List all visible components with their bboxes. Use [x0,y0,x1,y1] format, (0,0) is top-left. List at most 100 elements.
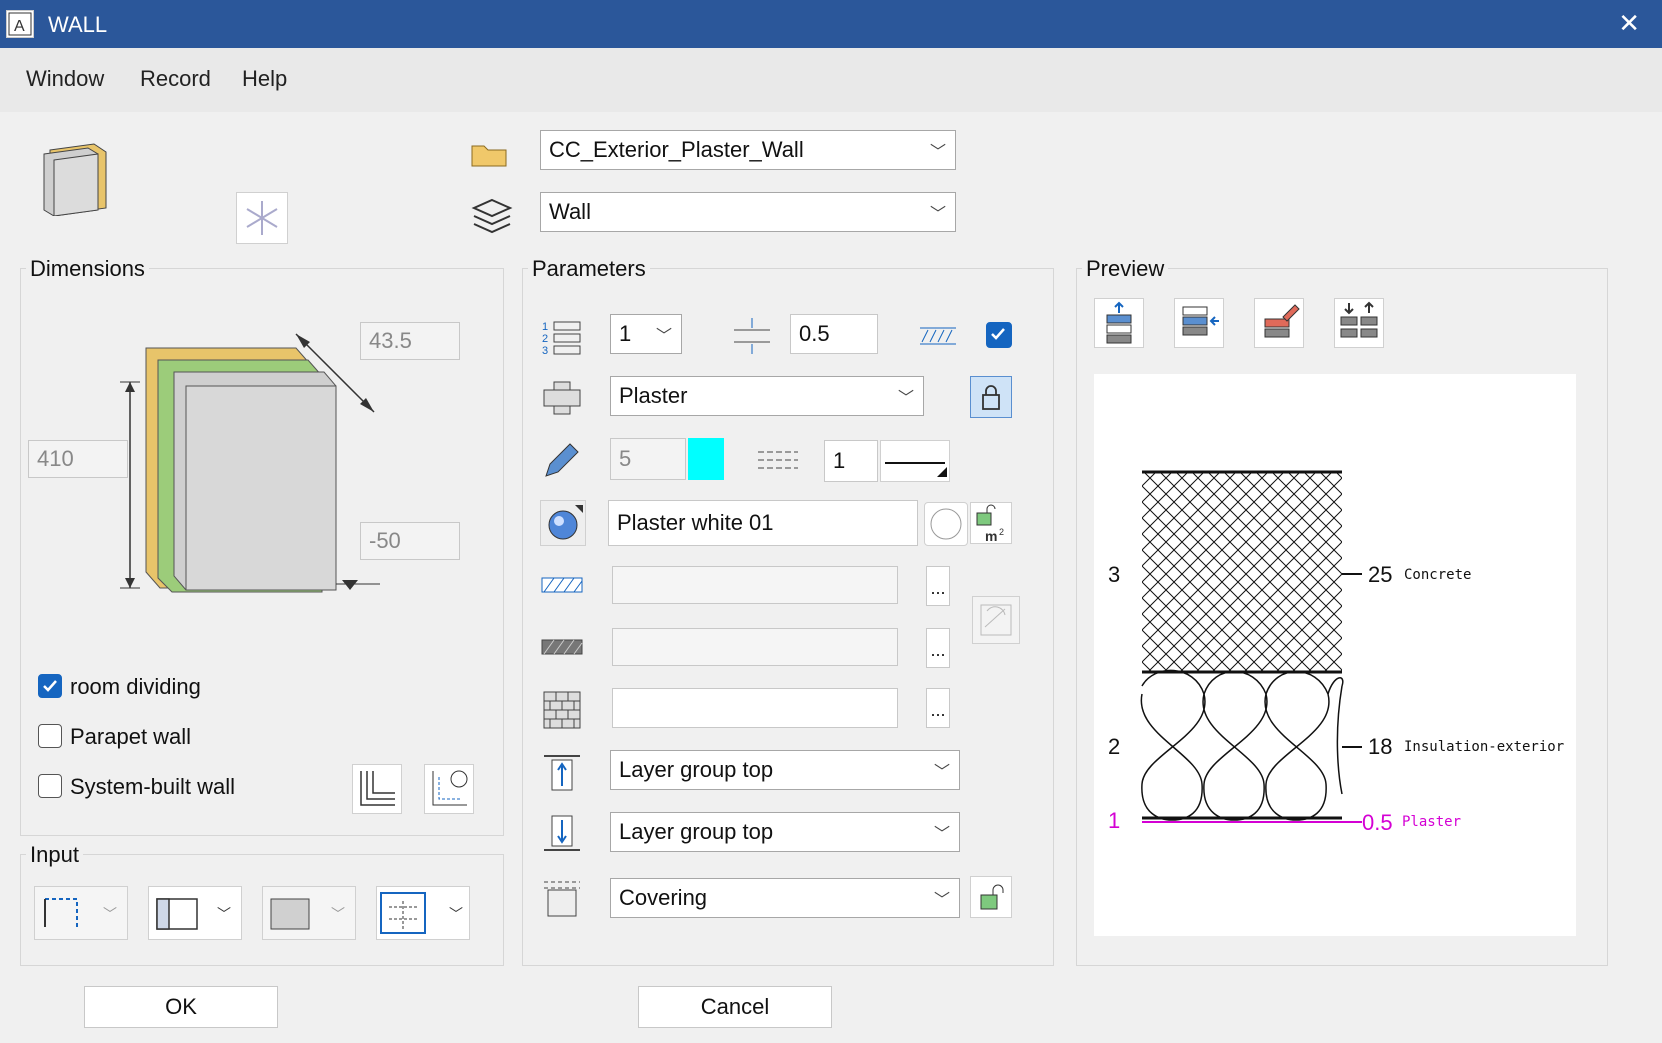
layer-erase-icon [1264,304,1300,338]
parameters-label: Parameters [528,256,650,282]
svg-text:A: A [14,18,25,35]
layer-section-drawing [1140,470,1362,823]
element-type-combo[interactable]: Wall ﹀ [540,192,956,232]
wall-settings-button[interactable] [424,764,474,814]
top-reference-combo[interactable]: Layer group top ﹀ [610,750,960,790]
menu-bar: Window Record Help [0,48,1662,112]
chevron-down-icon: ﹀ [897,390,914,407]
pen-icon [540,440,584,485]
input-shape-selector[interactable]: ﹀ [262,886,356,940]
thickness-input[interactable]: 43.5 [360,322,460,360]
fill-input[interactable] [612,688,898,728]
material-icon [540,378,584,423]
surface-button[interactable] [540,500,586,546]
layers-icon [470,196,514,241]
chevron-down-icon: ﹀ [933,892,950,909]
hatch-input[interactable] [612,566,898,604]
layer-add-top-icon [1106,301,1132,344]
system-built-wall-checkbox[interactable] [38,774,62,798]
bottom-reference-combo[interactable]: Layer group top ﹀ [610,812,960,852]
layer-1-material: Plaster [1402,814,1462,830]
layer-thickness-input[interactable]: 0.5 [790,314,878,354]
layer-1-thickness: 0.5 [1362,810,1393,835]
height-input[interactable]: 410 [28,440,128,478]
grid-settings-icon [432,770,468,806]
parapet-wall-checkbox[interactable] [38,724,62,748]
wall-axis-button[interactable] [352,764,402,814]
layer-add-side-icon [1182,306,1219,336]
insert-layer-side-button[interactable] [1174,298,1224,348]
hatch-browse-button[interactable]: ... [926,566,950,606]
folder-icon[interactable] [470,140,510,175]
color-swatch[interactable] [688,438,724,480]
swap-layers-button[interactable] [1334,298,1384,348]
line-type-icon [756,448,800,477]
sphere-icon [548,505,583,540]
line-style-preview[interactable] [880,440,950,482]
corner-lines-icon [360,771,395,806]
top-reference-icon [542,752,582,797]
layer-3-material: Concrete [1404,567,1472,583]
hatch-visible-checkbox[interactable] [986,322,1012,348]
insert-layer-above-button[interactable] [1094,298,1144,348]
layer-1-number: 1 [1108,808,1121,833]
pattern-input[interactable] [612,628,898,666]
chevron-down-icon: ﹀ [929,144,946,161]
chevron-down-icon: ﹀ [933,826,950,843]
fill-browse-button[interactable]: ... [926,688,950,728]
hatch-line-icon [918,324,958,353]
menu-help[interactable]: Help [242,66,287,92]
rectangle-dash-icon [44,898,78,927]
ok-button[interactable]: OK [84,986,278,1028]
offset-input[interactable]: -50 [360,522,460,560]
close-icon[interactable]: ✕ [1618,8,1640,39]
input-label: Input [26,842,83,868]
delete-layer-button[interactable] [1254,298,1304,348]
layer-3-number: 3 [1108,562,1121,587]
chevron-down-icon: ﹀ [933,764,950,781]
room-dividing-checkbox[interactable] [38,674,62,698]
covering-lock-button[interactable] [970,876,1012,918]
layer-swap-icon [1340,301,1378,338]
brick-icon [542,690,582,735]
material-combo[interactable]: Plaster ﹀ [610,376,924,416]
svg-text:﹀: ﹀ [103,906,117,922]
covering-combo[interactable]: Covering ﹀ [610,878,960,918]
surface-input[interactable]: Plaster white 01 [608,500,918,546]
cancel-button[interactable]: Cancel [638,986,832,1028]
circle-icon [930,508,962,540]
svg-text:﹀: ﹀ [217,906,231,922]
rotate-hatch-icon [980,604,1012,636]
input-point-selector[interactable]: ﹀ [34,886,128,940]
menu-record[interactable]: Record [140,66,211,92]
layer-preview-canvas: 3 25 Concrete 2 18 Insulation-exterior 1… [1094,374,1576,936]
surface-preview-button[interactable] [924,502,968,546]
svg-text:﹀: ﹀ [449,906,463,922]
rotate-pattern-button[interactable] [972,596,1020,644]
surface-unit-button[interactable]: m2 [970,502,1012,544]
chevron-down-icon: ﹀ [929,206,946,223]
svg-text:1: 1 [542,321,548,333]
wall-component-icon [40,140,110,221]
bottom-reference-icon [542,814,582,859]
hatch-gray-icon [540,636,584,665]
layer-3-thickness: 25 [1368,562,1393,587]
input-grid-selector[interactable]: ﹀ [376,886,470,940]
line-type-input[interactable]: 1 [824,440,878,482]
preview-label: Preview [1082,256,1169,282]
lock-icon [982,385,1000,410]
freeze-button[interactable] [236,192,288,244]
rectangle-fill-icon [270,898,310,930]
wall-align-icon [156,898,198,930]
layer-2-material: Insulation-exterior [1404,739,1565,755]
input-alignment-selector[interactable]: ﹀ [148,886,242,940]
pen-input[interactable]: 5 [610,438,686,480]
layer-number-combo[interactable]: 1 ﹀ [610,314,682,354]
material-lock-button[interactable] [970,376,1012,418]
menu-window[interactable]: Window [26,66,104,92]
favorite-combo[interactable]: CC_Exterior_Plaster_Wall ﹀ [540,130,956,170]
unlock-m2-icon: m2 [976,504,1004,544]
pattern-browse-button[interactable]: ... [926,628,950,668]
hatch-blue-icon [540,574,584,603]
svg-text:2: 2 [999,527,1004,537]
